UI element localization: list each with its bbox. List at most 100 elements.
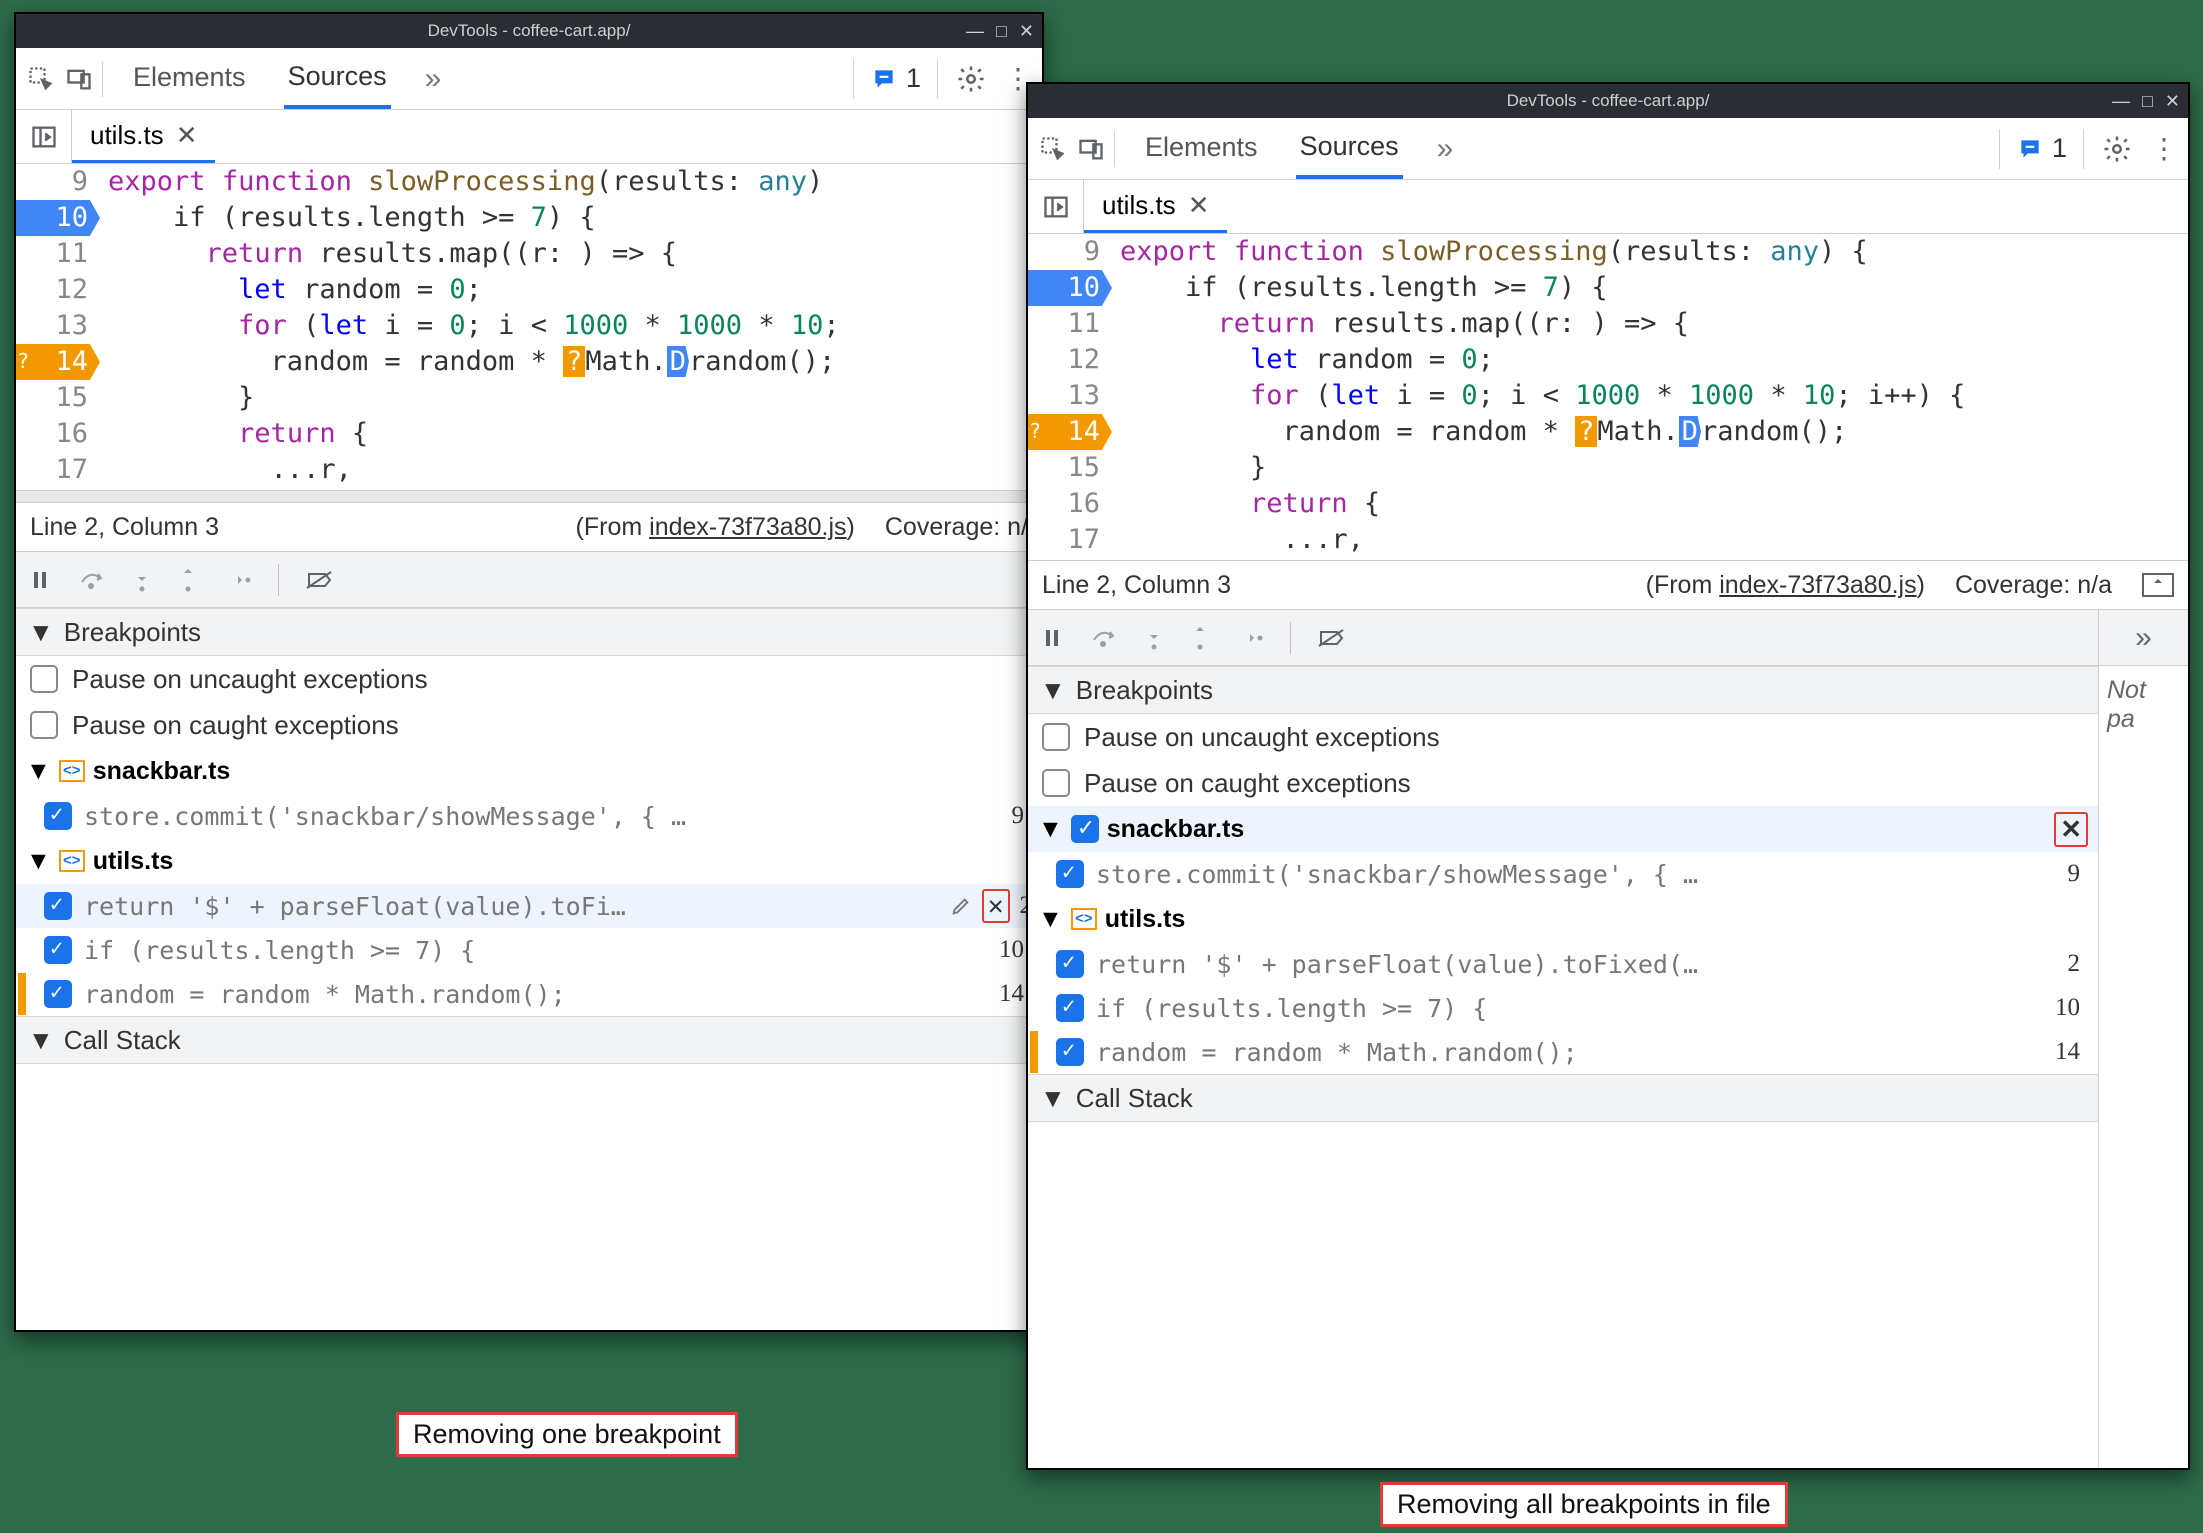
gear-icon[interactable] xyxy=(2102,134,2132,164)
more-panels-icon[interactable]: » xyxy=(2135,621,2152,655)
pause-caught-checkbox[interactable]: Pause on caught exceptions xyxy=(1028,760,2098,806)
checkbox-icon[interactable] xyxy=(1042,769,1070,797)
line-number[interactable]: 11 xyxy=(1028,306,1100,342)
code-content[interactable]: export function slowProcessing(results: … xyxy=(100,164,840,490)
pause-uncaught-checkbox[interactable]: Pause on uncaught exceptions xyxy=(1028,714,2098,760)
source-map-link[interactable]: index-73f73a80.js xyxy=(1719,571,1916,599)
device-icon[interactable] xyxy=(64,64,94,94)
inline-bp-icon[interactable]: ? xyxy=(563,346,585,377)
close-tab-icon[interactable]: ✕ xyxy=(176,120,198,151)
line-number[interactable]: 16 xyxy=(16,416,88,452)
breakpoint-file-group[interactable]: ▼ <> utils.ts xyxy=(16,838,1042,884)
checkbox-icon[interactable] xyxy=(1056,1038,1084,1066)
line-number[interactable]: 17 xyxy=(1028,522,1100,558)
line-number-breakpoint[interactable]: 10 xyxy=(1028,270,1112,306)
window-close-icon[interactable]: ✕ xyxy=(1019,21,1034,42)
navigator-toggle-icon[interactable] xyxy=(16,110,72,163)
breakpoint-item[interactable]: if (results.length >= 7) { 10 xyxy=(1028,986,2098,1030)
step-out-icon[interactable] xyxy=(1190,625,1210,651)
step-over-icon[interactable] xyxy=(78,568,106,592)
device-icon[interactable] xyxy=(1076,134,1106,164)
step-into-icon[interactable] xyxy=(132,567,152,593)
checkbox-icon[interactable] xyxy=(44,892,72,920)
step-over-icon[interactable] xyxy=(1090,626,1118,650)
pause-caught-checkbox[interactable]: Pause on caught exceptions xyxy=(16,702,1042,748)
line-number[interactable]: 15 xyxy=(1028,450,1100,486)
window-minimize-icon[interactable]: — xyxy=(2112,91,2130,112)
more-tabs-icon[interactable]: » xyxy=(425,62,442,96)
step-icon[interactable] xyxy=(224,570,252,590)
line-number[interactable]: 12 xyxy=(16,272,88,308)
inline-bp-icon[interactable]: ? xyxy=(1575,416,1597,447)
breakpoint-file-group[interactable]: ▼ <> utils.ts xyxy=(1028,896,2098,942)
pause-icon[interactable] xyxy=(1040,626,1064,650)
source-map-link[interactable]: index-73f73a80.js xyxy=(649,513,846,541)
breakpoints-section-header[interactable]: ▼ Breakpoints xyxy=(1028,666,2098,714)
show-coverage-icon[interactable] xyxy=(2142,573,2174,597)
remove-file-breakpoints-button[interactable]: ✕ xyxy=(2054,812,2088,847)
window-maximize-icon[interactable]: □ xyxy=(2142,91,2153,112)
callstack-section-header[interactable]: ▼ Call Stack xyxy=(1028,1074,2098,1122)
checkbox-icon[interactable] xyxy=(44,802,72,830)
more-tabs-icon[interactable]: » xyxy=(1437,132,1454,166)
checkbox-icon[interactable] xyxy=(1056,994,1084,1022)
code-editor[interactable]: 9 10 11 12 13 ?14 15 16 17 export functi… xyxy=(1028,234,2188,560)
checkbox-icon[interactable] xyxy=(44,936,72,964)
checkbox-icon[interactable] xyxy=(30,665,58,693)
line-number[interactable]: 9 xyxy=(16,164,88,200)
window-close-icon[interactable]: ✕ xyxy=(2165,91,2180,112)
callstack-section-header[interactable]: ▼ Call Stack xyxy=(16,1016,1042,1064)
tab-sources[interactable]: Sources xyxy=(284,48,391,109)
checkbox-icon[interactable] xyxy=(1056,860,1084,888)
step-icon[interactable] xyxy=(1236,628,1264,648)
close-tab-icon[interactable]: ✕ xyxy=(1188,190,1210,221)
checkbox-icon[interactable] xyxy=(1042,723,1070,751)
breakpoint-item[interactable]: store.commit('snackbar/showMessage', { …… xyxy=(1028,852,2098,896)
gear-icon[interactable] xyxy=(956,64,986,94)
breakpoints-section-header[interactable]: ▼ Breakpoints xyxy=(16,608,1042,656)
breakpoint-item[interactable]: store.commit('snackbar/showMessage', { …… xyxy=(16,794,1042,838)
inline-bp-icon[interactable]: D xyxy=(667,346,689,377)
tab-elements[interactable]: Elements xyxy=(129,48,250,109)
breakpoint-item[interactable]: if (results.length >= 7) { 10 xyxy=(16,928,1042,972)
breakpoint-item[interactable]: random = random * Math.random(); 14 xyxy=(1028,1030,2098,1074)
deactivate-breakpoints-icon[interactable] xyxy=(305,568,335,592)
breakpoint-file-group[interactable]: ▼ snackbar.ts ✕ xyxy=(1028,806,2098,852)
deactivate-breakpoints-icon[interactable] xyxy=(1317,626,1347,650)
line-number-conditional[interactable]: ?14 xyxy=(1028,414,1112,450)
line-number[interactable]: 12 xyxy=(1028,342,1100,378)
code-editor[interactable]: 9 10 11 12 13 ?14 15 16 17 export functi… xyxy=(16,164,1042,490)
line-number[interactable]: 13 xyxy=(16,308,88,344)
checkbox-icon[interactable] xyxy=(1056,950,1084,978)
step-into-icon[interactable] xyxy=(1144,625,1164,651)
pause-uncaught-checkbox[interactable]: Pause on uncaught exceptions xyxy=(16,656,1042,702)
window-minimize-icon[interactable]: — xyxy=(966,21,984,42)
file-tab-utils[interactable]: utils.ts ✕ xyxy=(1084,180,1227,233)
line-number[interactable]: 17 xyxy=(16,452,88,488)
breakpoint-file-group[interactable]: ▼ <> snackbar.ts xyxy=(16,748,1042,794)
inline-bp-icon[interactable]: D xyxy=(1679,416,1701,447)
pause-icon[interactable] xyxy=(28,568,52,592)
tab-sources[interactable]: Sources xyxy=(1296,118,1403,179)
line-number-conditional[interactable]: ?14 xyxy=(16,344,100,380)
remove-breakpoint-button[interactable]: ✕ xyxy=(982,889,1010,923)
inspect-icon[interactable] xyxy=(26,64,56,94)
code-content[interactable]: export function slowProcessing(results: … xyxy=(1112,234,1965,560)
line-number-breakpoint[interactable]: 10 xyxy=(16,200,100,236)
navigator-toggle-icon[interactable] xyxy=(1028,180,1084,233)
line-number[interactable]: 9 xyxy=(1028,234,1100,270)
checkbox-icon[interactable] xyxy=(44,980,72,1008)
file-tab-utils[interactable]: utils.ts ✕ xyxy=(72,110,215,163)
breakpoint-item[interactable]: return '$' + parseFloat(value).toFixed(…… xyxy=(1028,942,2098,986)
issues-badge[interactable]: 1 xyxy=(1999,129,2084,169)
line-number[interactable]: 16 xyxy=(1028,486,1100,522)
checkbox-icon[interactable] xyxy=(30,711,58,739)
issues-badge[interactable]: 1 xyxy=(853,59,938,99)
breakpoint-item[interactable]: random = random * Math.random(); 14 xyxy=(16,972,1042,1016)
window-maximize-icon[interactable]: □ xyxy=(996,21,1007,42)
breakpoint-item[interactable]: return '$' + parseFloat(value).toFi… ✕ 2 xyxy=(16,884,1042,928)
kebab-icon[interactable]: ⋮ xyxy=(2150,132,2178,165)
line-number[interactable]: 11 xyxy=(16,236,88,272)
edit-icon[interactable] xyxy=(950,895,972,917)
line-number[interactable]: 15 xyxy=(16,380,88,416)
